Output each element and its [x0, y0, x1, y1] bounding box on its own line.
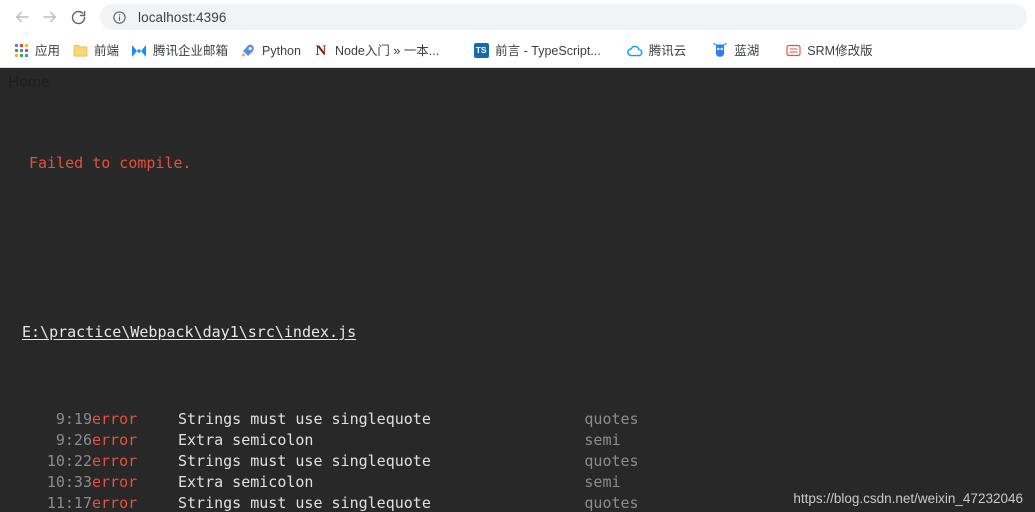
bookmark-label: 蓝湖 [734, 43, 760, 58]
typescript-icon: TS [473, 43, 489, 59]
back-button[interactable] [8, 3, 36, 31]
table-row[interactable]: 9:19 error Strings must use singlequote … [0, 409, 792, 430]
error-position: 10:22 [46, 452, 92, 470]
apps-grid-icon [13, 43, 29, 59]
error-severity: error [92, 410, 138, 428]
error-message: Strings must use singlequote [178, 452, 431, 470]
bookmark-label: SRM修改版 [807, 43, 873, 58]
eslint-error-rows: 9:19 error Strings must use singlequote … [0, 409, 792, 512]
table-row[interactable]: 10:33 error Extra semicolon semi [0, 472, 792, 493]
page-content: Home Failed to compile. E:\practice\Webp… [0, 68, 1035, 512]
table-row[interactable]: 10:22 error Strings must use singlequote… [0, 451, 792, 472]
compile-error-overlay: Failed to compile. E:\practice\Webpack\d… [0, 90, 1035, 512]
bookmark-apps[interactable]: 应用 [7, 39, 66, 63]
error-message: Strings must use singlequote [178, 410, 431, 428]
eslint-error-table: 9:19 error Strings must use singlequote … [0, 409, 792, 512]
bookmark-label: 前端 [94, 43, 120, 58]
bookmark-label: 腾讯企业邮箱 [153, 43, 229, 58]
reload-icon [70, 9, 87, 26]
error-position: 9:26 [55, 431, 92, 449]
error-rule: quotes [584, 494, 639, 512]
error-position: 9:19 [55, 410, 92, 428]
rocket-icon [240, 43, 256, 59]
folder-icon [72, 43, 88, 59]
tencent-cloud-icon [626, 43, 643, 59]
srm-icon [785, 43, 801, 59]
node-n-icon: N [315, 42, 327, 59]
bookmark-label: 腾讯云 [648, 43, 687, 58]
bookmarks-bar: 应用 前端 腾讯企业邮箱 Python N Node入门 » 一本... TS … [0, 34, 1035, 68]
address-bar-text[interactable]: localhost:4396 [138, 10, 226, 25]
bookmark-tencent-cloud[interactable]: 腾讯云 [621, 39, 693, 63]
error-position: 11:17 [46, 494, 92, 512]
error-position: 10:33 [46, 473, 92, 491]
address-bar[interactable]: localhost:4396 [100, 4, 1027, 30]
table-row[interactable]: 9:26 error Extra semicolon semi [0, 430, 792, 451]
back-arrow-icon [13, 8, 31, 26]
forward-arrow-icon [41, 8, 59, 26]
bookmark-label: 应用 [35, 43, 61, 58]
browser-toolbar: localhost:4396 [0, 0, 1035, 34]
lanhu-icon [712, 43, 728, 59]
site-information-icon[interactable] [112, 10, 130, 25]
bookmark-typescript[interactable]: TS 前言 - TypeScript... [467, 39, 607, 63]
error-rule: semi [584, 473, 621, 491]
error-message: Extra semicolon [178, 473, 314, 491]
error-message: Strings must use singlequote [178, 494, 431, 512]
error-message: Extra semicolon [178, 431, 314, 449]
failed-to-compile-headline: Failed to compile. [29, 154, 192, 172]
bookmark-python[interactable]: Python [234, 39, 307, 63]
qq-mail-icon [131, 43, 147, 59]
browser-window: localhost:4396 应用 前端 腾讯企业邮箱 Python N Nod… [0, 0, 1035, 512]
bookmark-label: 前言 - TypeScript... [495, 43, 601, 58]
error-file-path-link[interactable]: E:\practice\Webpack\day1\src\index.js [0, 321, 1035, 344]
error-rule: quotes [584, 452, 639, 470]
table-row[interactable]: 11:17 error Strings must use singlequote… [0, 493, 792, 512]
bookmark-folder-frontend[interactable]: 前端 [66, 39, 125, 63]
error-rule: quotes [584, 410, 639, 428]
error-severity: error [92, 452, 138, 470]
error-severity: error [92, 431, 138, 449]
bookmark-lanhu[interactable]: 蓝湖 [706, 39, 765, 63]
error-severity: error [92, 473, 138, 491]
bookmark-label: Node入门 » 一本... [334, 43, 440, 58]
watermark: https://blog.csdn.net/weixin_47232046 [793, 491, 1023, 506]
reload-button[interactable] [64, 3, 92, 31]
forward-button[interactable] [36, 3, 64, 31]
error-severity: error [92, 494, 138, 512]
bookmark-tencent-mail[interactable]: 腾讯企业邮箱 [125, 39, 234, 63]
error-rule: semi [584, 431, 621, 449]
bookmark-srm[interactable]: SRM修改版 [779, 39, 878, 63]
bookmark-label: Python [262, 43, 301, 58]
bookmark-node-intro[interactable]: N Node入门 » 一本... [307, 39, 445, 63]
